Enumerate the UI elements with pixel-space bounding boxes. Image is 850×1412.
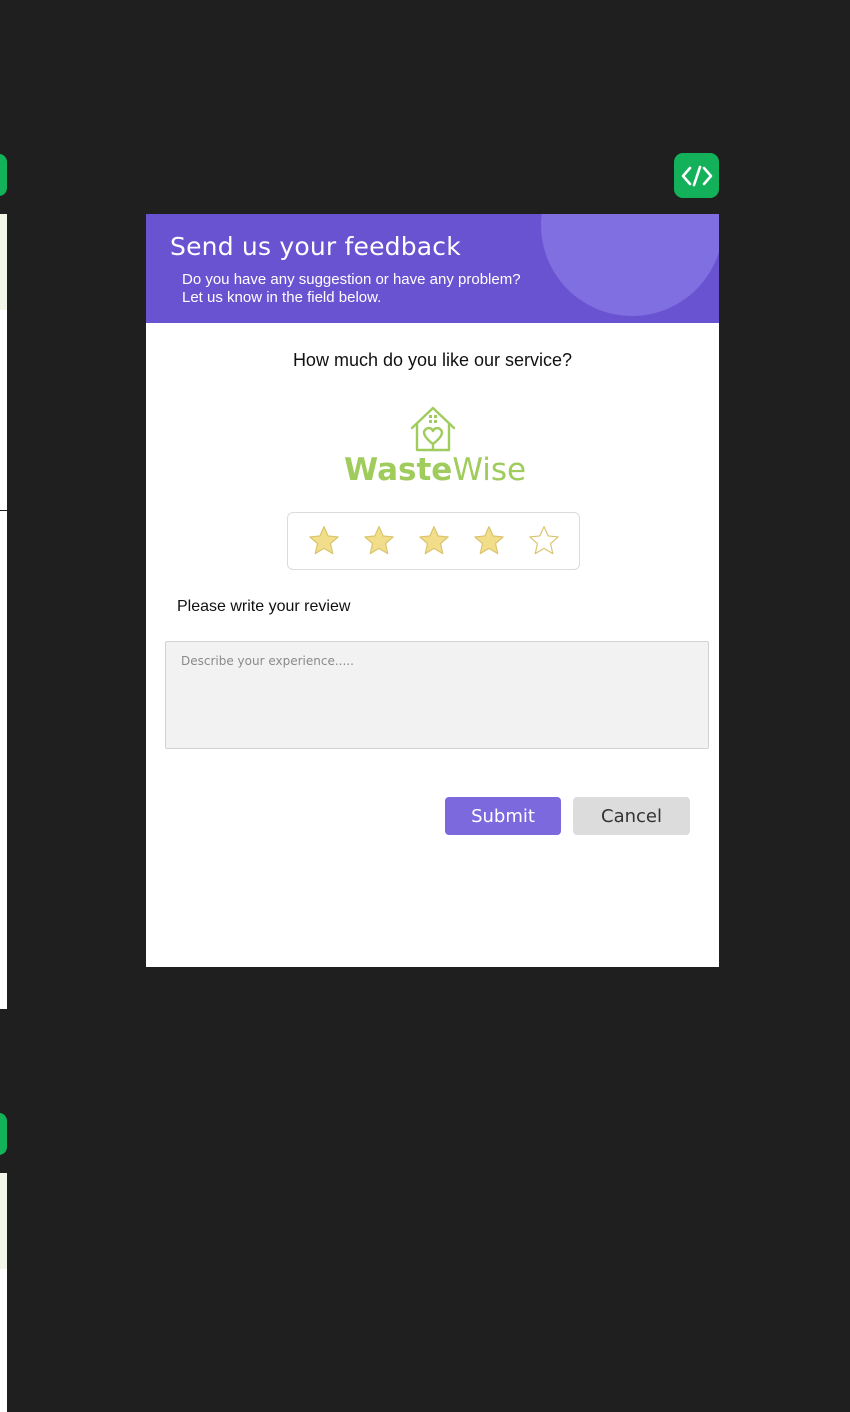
edge-panel-2 [0,310,7,510]
star-filled-icon[interactable] [417,524,451,558]
house-heart-icon [410,406,456,452]
dialog-header: Send us your feedback Do you have any su… [146,214,719,323]
logo-wordmark: WasteWise [344,452,527,488]
code-button[interactable] [674,153,719,198]
wastewise-logo: WasteWise [344,404,527,494]
star-filled-icon[interactable] [362,524,396,558]
subtitle-line-1: Do you have any suggestion or have any p… [182,271,521,288]
review-textarea[interactable] [165,641,709,749]
edge-panel-6 [0,1269,7,1412]
edge-panel-1 [0,214,7,310]
submit-button[interactable]: Submit [445,797,561,835]
side-tab-bottom [0,1113,7,1155]
logo-word-light: Wise [452,452,527,488]
cancel-button[interactable]: Cancel [573,797,690,835]
star-filled-icon[interactable] [307,524,341,558]
edge-panel-5 [0,1173,7,1269]
logo-word-bold: Waste [344,452,453,488]
star-empty-icon[interactable] [527,524,561,558]
star-filled-icon[interactable] [472,524,506,558]
dialog-title: Send us your feedback [170,232,461,261]
edge-panel-4 [0,579,7,1009]
review-label: Please write your review [177,598,351,615]
feedback-dialog: Send us your feedback Do you have any su… [146,214,719,967]
edge-panel-3 [0,511,7,579]
dialog-subtitle: Do you have any suggestion or have any p… [182,271,521,307]
side-tab-top [0,154,7,196]
header-decoration [541,214,719,316]
code-icon [681,165,712,186]
star-rating[interactable] [287,512,580,570]
subtitle-line-2: Let us know in the field below. [182,289,382,306]
rating-question: How much do you like our service? [292,350,573,370]
